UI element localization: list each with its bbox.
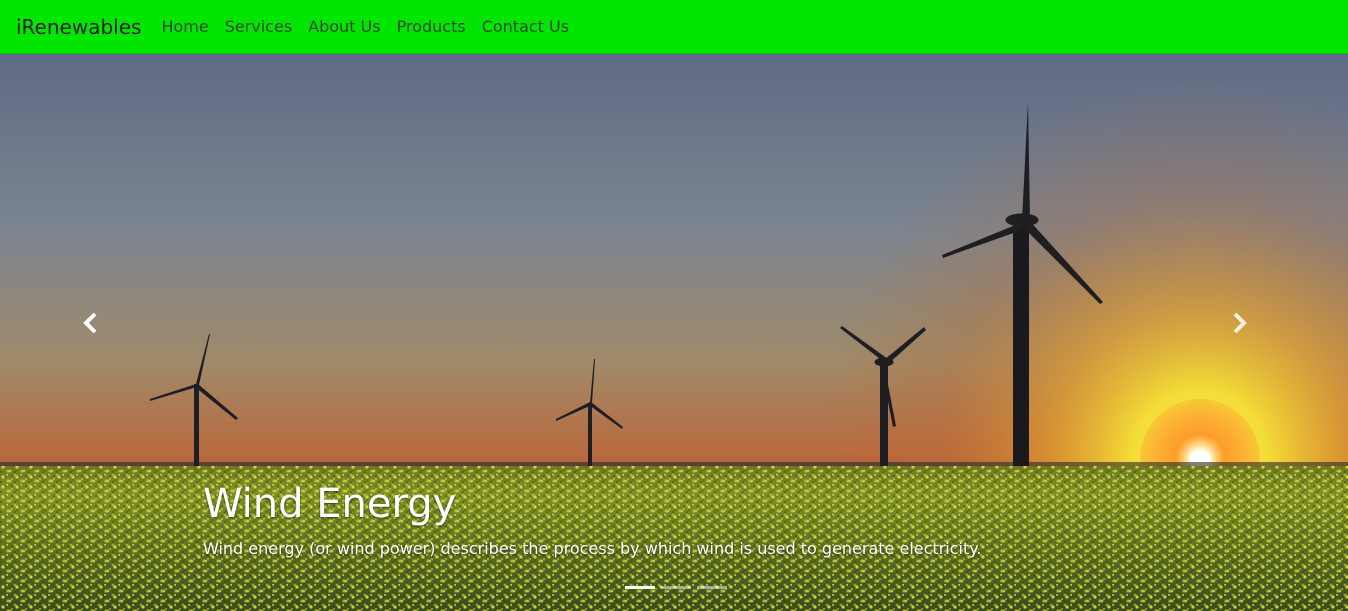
- nav-link-products[interactable]: Products: [389, 0, 474, 54]
- nav-link-services[interactable]: Services: [217, 0, 300, 54]
- top-navbar: iRenewables Home Services About Us Produ…: [0, 0, 1348, 54]
- nav-item-contact: Contact Us: [474, 0, 577, 54]
- nav-link-about[interactable]: About Us: [300, 0, 388, 54]
- nav-item-home: Home: [153, 0, 216, 54]
- carousel-next-control[interactable]: [1230, 312, 1270, 356]
- main-nav: Home Services About Us Products Contact …: [153, 0, 577, 54]
- indicator-slide-1[interactable]: [625, 586, 655, 589]
- nav-item-about: About Us: [300, 0, 388, 54]
- indicator-slide-3[interactable]: [697, 586, 727, 589]
- chevron-right-icon: [1233, 312, 1247, 334]
- hero-carousel: Wind Energy Wind energy (or wind power) …: [0, 54, 1348, 611]
- carousel-prev-control[interactable]: [82, 312, 122, 356]
- caption-text: Wind energy (or wind power) describes th…: [203, 539, 982, 558]
- nav-link-home[interactable]: Home: [153, 0, 216, 54]
- nav-item-products: Products: [389, 0, 474, 54]
- nav-item-services: Services: [217, 0, 300, 54]
- nav-link-contact[interactable]: Contact Us: [474, 0, 577, 54]
- caption-title: Wind Energy: [203, 481, 457, 527]
- carousel-caption: Wind Energy Wind energy (or wind power) …: [203, 478, 982, 560]
- carousel-indicators: [625, 586, 727, 589]
- brand-link[interactable]: iRenewables: [16, 15, 141, 39]
- indicator-slide-2[interactable]: [661, 586, 691, 589]
- chevron-left-icon: [83, 312, 97, 334]
